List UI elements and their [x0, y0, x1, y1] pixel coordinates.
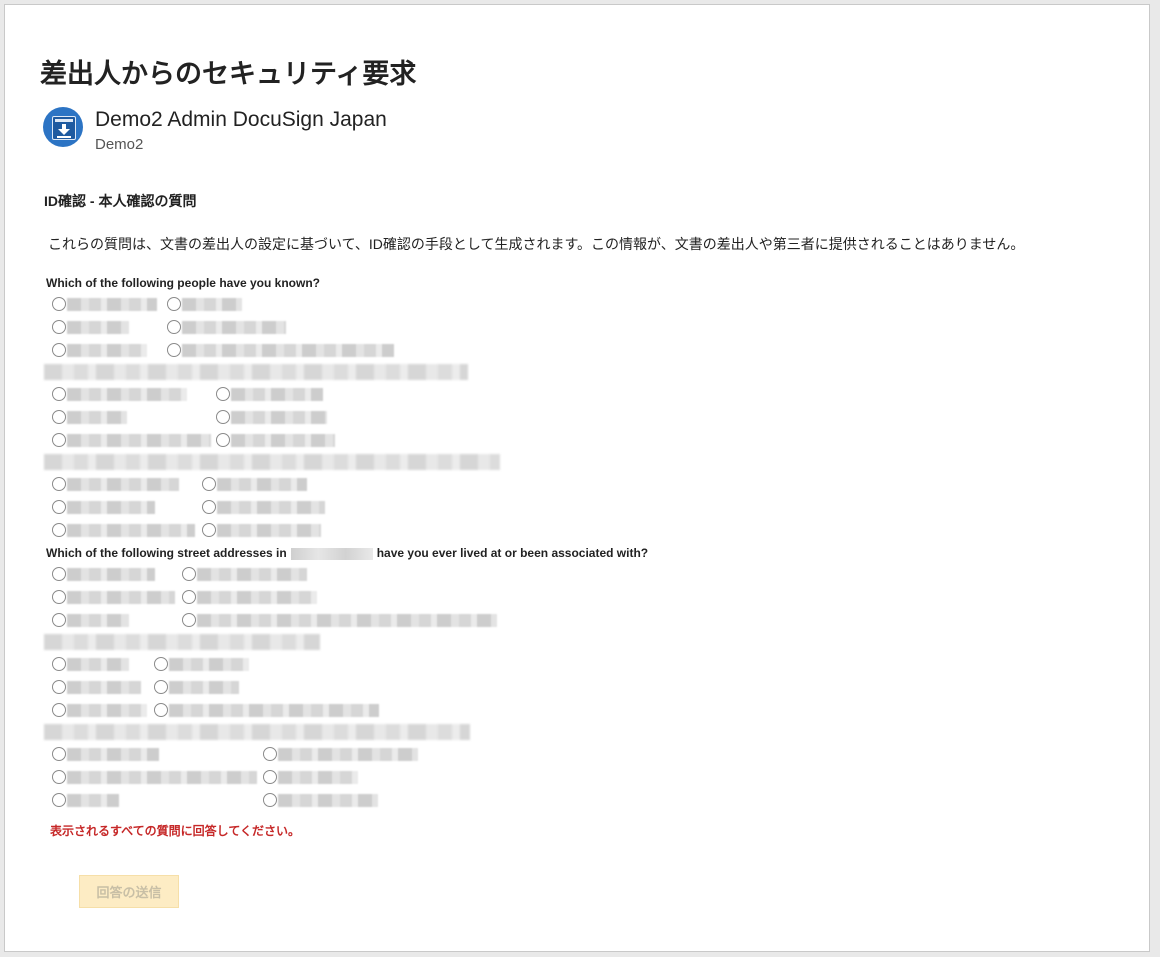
redacted-text: [290, 547, 373, 560]
radio-button[interactable]: [52, 747, 66, 761]
redacted-text: [169, 658, 249, 671]
radio-button[interactable]: [52, 477, 66, 491]
radio-button[interactable]: [154, 657, 168, 671]
radio-button[interactable]: [263, 770, 277, 784]
redacted-question: [44, 724, 470, 740]
radio-button[interactable]: [52, 387, 66, 401]
redacted-text: [67, 591, 175, 604]
redacted-text: [217, 524, 321, 537]
redacted-text: [182, 298, 242, 311]
download-icon: [52, 116, 76, 140]
radio-button[interactable]: [52, 613, 66, 627]
redacted-question: [44, 454, 500, 470]
radio-button[interactable]: [202, 477, 216, 491]
redacted-text: [67, 681, 141, 694]
redacted-text: [67, 614, 129, 627]
error-message: 表示されるすべての質問に回答してください。: [50, 824, 300, 838]
question-2: Which of the following street addresses …: [46, 546, 648, 560]
redacted-text: [231, 434, 335, 447]
page-title: 差出人からのセキュリティ要求: [40, 59, 417, 89]
redacted-text: [169, 681, 239, 694]
radio-button[interactable]: [216, 410, 230, 424]
redacted-text: [67, 478, 179, 491]
description-text: これらの質問は、文書の差出人の設定に基づいて、ID確認の手段として生成されます。…: [48, 236, 1025, 252]
radio-button[interactable]: [167, 297, 181, 311]
radio-button[interactable]: [52, 410, 66, 424]
radio-button[interactable]: [52, 343, 66, 357]
radio-button[interactable]: [52, 590, 66, 604]
redacted-text: [67, 704, 147, 717]
radio-button[interactable]: [167, 343, 181, 357]
radio-button[interactable]: [182, 590, 196, 604]
redacted-text: [67, 794, 119, 807]
redacted-text: [197, 568, 307, 581]
radio-button[interactable]: [202, 500, 216, 514]
redacted-question: [44, 364, 468, 380]
radio-button[interactable]: [167, 320, 181, 334]
redacted-text: [231, 411, 327, 424]
radio-button[interactable]: [52, 297, 66, 311]
sender-subtitle: Demo2: [95, 136, 144, 153]
radio-button[interactable]: [52, 680, 66, 694]
redacted-text: [217, 478, 307, 491]
redacted-text: [278, 771, 358, 784]
radio-button[interactable]: [263, 747, 277, 761]
redacted-text: [67, 771, 257, 784]
redacted-text: [67, 321, 129, 334]
redacted-text: [197, 614, 497, 627]
security-dialog: 差出人からのセキュリティ要求 Demo2 Admin DocuSign Japa…: [4, 4, 1150, 952]
redacted-text: [67, 658, 129, 671]
radio-button[interactable]: [52, 320, 66, 334]
redacted-text: [67, 298, 157, 311]
radio-button[interactable]: [52, 523, 66, 537]
redacted-text: [67, 434, 211, 447]
redacted-text: [67, 344, 147, 357]
radio-button[interactable]: [52, 793, 66, 807]
redacted-text: [67, 501, 155, 514]
redacted-text: [231, 388, 323, 401]
redacted-text: [278, 794, 378, 807]
redacted-text: [67, 524, 195, 537]
redacted-text: [217, 501, 325, 514]
radio-button[interactable]: [154, 703, 168, 717]
radio-button[interactable]: [52, 703, 66, 717]
radio-button[interactable]: [202, 523, 216, 537]
section-heading: ID確認 - 本人確認の質問: [44, 193, 197, 209]
radio-button[interactable]: [52, 433, 66, 447]
radio-button[interactable]: [216, 387, 230, 401]
redacted-text: [182, 321, 286, 334]
radio-button[interactable]: [182, 567, 196, 581]
question-1: Which of the following people have you k…: [46, 276, 320, 290]
radio-button[interactable]: [52, 770, 66, 784]
question-2-text-before: Which of the following street addresses …: [46, 546, 287, 560]
radio-button[interactable]: [263, 793, 277, 807]
radio-button[interactable]: [52, 567, 66, 581]
question-2-text-after: have you ever lived at or been associate…: [376, 546, 649, 560]
radio-button[interactable]: [52, 500, 66, 514]
radio-button[interactable]: [154, 680, 168, 694]
radio-button[interactable]: [216, 433, 230, 447]
redacted-text: [197, 591, 317, 604]
redacted-text: [182, 344, 394, 357]
redacted-text: [169, 704, 379, 717]
redacted-text: [67, 411, 127, 424]
sender-avatar: [43, 107, 83, 147]
radio-button[interactable]: [182, 613, 196, 627]
redacted-text: [67, 748, 159, 761]
sender-name: Demo2 Admin DocuSign Japan: [95, 108, 387, 131]
redacted-question: [44, 634, 320, 650]
redacted-text: [67, 568, 155, 581]
redacted-text: [67, 388, 187, 401]
redacted-text: [278, 748, 418, 761]
radio-button[interactable]: [52, 657, 66, 671]
submit-answers-button[interactable]: 回答の送信: [79, 875, 179, 908]
